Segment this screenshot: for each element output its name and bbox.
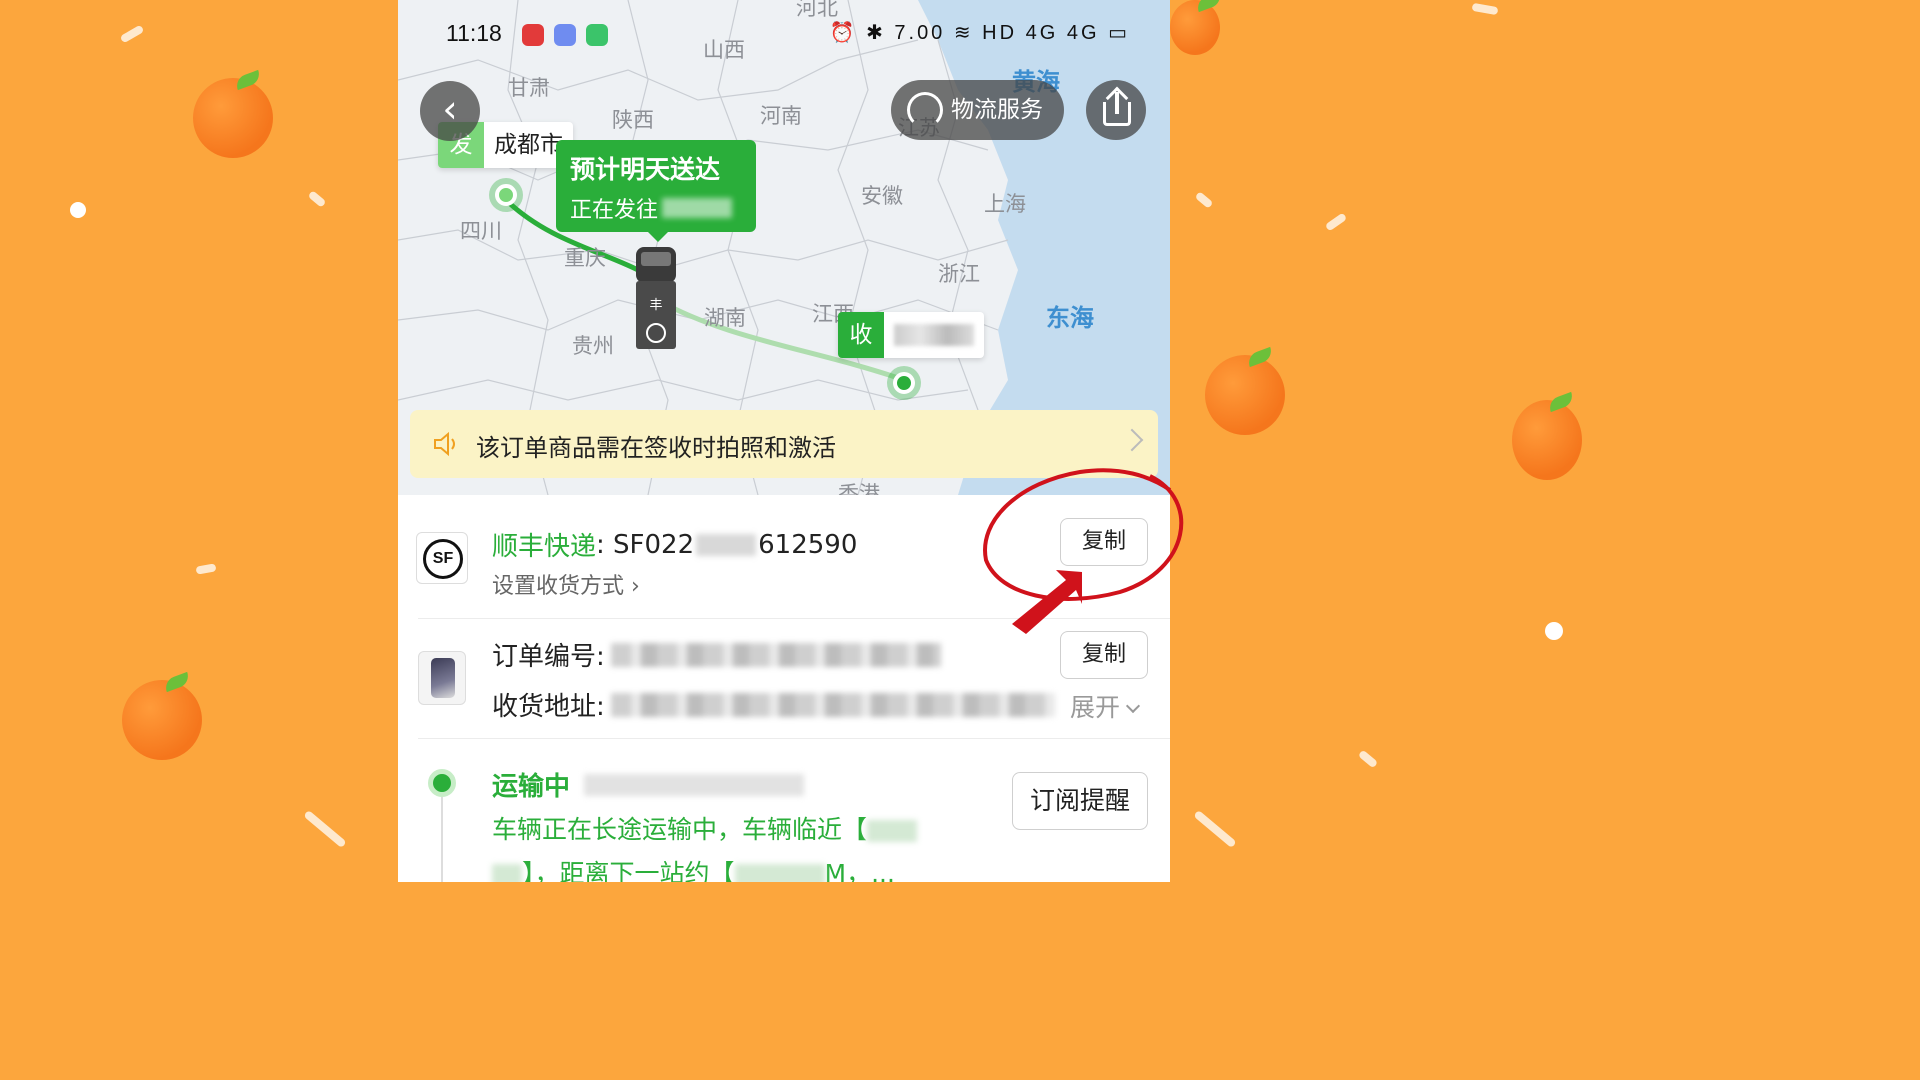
decor-stroke — [1194, 191, 1214, 209]
divider — [418, 738, 1170, 739]
tracking-number-prefix: : SF022 — [596, 529, 695, 560]
destination-badge: 收 — [838, 312, 884, 358]
back-button[interactable]: ‹ — [420, 81, 480, 141]
decor-stroke — [1324, 212, 1348, 232]
sea-label: 东海 — [1046, 304, 1094, 332]
eta-subtitle: 正在发往 — [570, 192, 742, 224]
expand-label: 展开 — [1070, 693, 1121, 722]
transit-status: 运输中 — [492, 766, 805, 803]
map-province-label: 河南 — [760, 104, 802, 128]
redacted-text — [867, 820, 918, 842]
sf-express-logo: SF — [416, 532, 468, 584]
orange-decoration — [1170, 0, 1220, 55]
decor-stroke — [1193, 809, 1237, 849]
status-time: 11:18 — [446, 20, 502, 46]
transit-desc-part: 】，距离下一站约【 — [522, 859, 735, 882]
decor-stroke — [1471, 2, 1499, 16]
redacted-text — [662, 198, 733, 218]
map-province-label: 陕西 — [612, 108, 654, 132]
notice-banner[interactable]: 该订单商品需在签收时拍照和激活 — [410, 410, 1158, 478]
redacted-text — [610, 642, 941, 667]
redacted-text — [610, 692, 1055, 717]
redacted-text — [584, 773, 805, 796]
route-map[interactable]: 河北 山西 甘肃 陕西 河南 江苏 安徽 上海 四川 重庆 湖南 江西 浙江 贵… — [398, 0, 1170, 495]
svg-text:丰: 丰 — [649, 298, 662, 313]
map-province-label: 贵州 — [572, 334, 614, 358]
map-province-label: 四川 — [460, 219, 502, 243]
address-label: 收货地址: — [492, 692, 605, 722]
redacted-text — [734, 864, 825, 882]
app-notification-icon — [522, 24, 544, 46]
eta-title: 预计明天送达 — [570, 155, 721, 184]
decor-stroke — [1357, 749, 1379, 769]
decor-dot — [1545, 622, 1563, 640]
truck-icon: 丰 — [636, 247, 676, 349]
origin-pin — [495, 184, 517, 206]
eta-sub-text: 正在发往 — [570, 198, 659, 223]
address-field: 收货地址: — [492, 686, 1055, 723]
map-province-label: 浙江 — [938, 262, 980, 286]
divider — [418, 618, 1170, 619]
service-label: 物流服务 — [951, 97, 1043, 123]
map-province-label: 重庆 — [564, 246, 606, 270]
transit-status-label: 运输中 — [492, 772, 571, 802]
sf-logo-text: SF — [423, 539, 463, 579]
logistics-service-button[interactable]: 物流服务 — [891, 80, 1064, 140]
speaker-icon — [434, 431, 455, 457]
chevron-right-icon — [1120, 428, 1144, 452]
order-number-label: 订单编号: — [492, 642, 605, 672]
destination-pin — [893, 372, 915, 394]
headset-icon — [907, 92, 943, 128]
set-receive-method-link[interactable]: 设置收货方式 › — [492, 568, 640, 600]
redacted-text — [894, 324, 974, 346]
courier-tracking-line: 顺丰快递 : SF022 612590 — [492, 526, 857, 563]
chevron-down-icon — [1125, 698, 1141, 714]
map-province-label: 香港 — [838, 482, 880, 495]
decor-stroke — [303, 809, 347, 849]
map-province-label: 上海 — [984, 192, 1026, 216]
redacted-text — [696, 533, 757, 556]
eta-bubble: 预计明天送达 正在发往 — [556, 140, 756, 242]
redacted-text — [492, 864, 522, 882]
status-bar: 11:18 ⏰ ✱ 7.00 ≋ HD 4G 4G ▭ — [398, 14, 1170, 54]
transit-desc-part: M，... — [824, 859, 895, 882]
share-button[interactable] — [1086, 80, 1146, 140]
transit-description: 车辆正在长途运输中，车辆临近【 】，距离下一站约【 M，... — [492, 808, 982, 882]
tracking-timeline — [441, 797, 443, 882]
map-province-label: 湖南 — [704, 306, 746, 330]
phone-screen: 河北 山西 甘肃 陕西 河南 江苏 安徽 上海 四川 重庆 湖南 江西 浙江 贵… — [398, 0, 1170, 882]
order-number-field: 订单编号: — [492, 636, 941, 673]
status-icons: ⏰ ✱ 7.00 ≋ HD 4G 4G ▭ — [829, 22, 1130, 44]
orange-decoration — [1205, 355, 1285, 435]
product-thumbnail[interactable] — [418, 651, 466, 705]
decor-stroke — [195, 563, 217, 575]
decor-stroke — [119, 24, 145, 44]
app-notification-icon — [554, 24, 576, 46]
copy-order-button[interactable]: 复制 — [1060, 631, 1148, 679]
subscribe-reminder-button[interactable]: 订阅提醒 — [1012, 772, 1148, 830]
notice-text: 该订单商品需在签收时拍照和激活 — [476, 434, 836, 462]
tracking-status-dot — [428, 769, 456, 797]
copy-tracking-button[interactable]: 复制 — [1060, 518, 1148, 566]
destination-tag: 收 — [838, 312, 984, 358]
app-notification-icon — [586, 24, 608, 46]
decor-stroke — [307, 190, 327, 208]
orange-decoration — [193, 78, 273, 158]
orange-decoration — [1512, 400, 1582, 480]
orange-decoration — [122, 680, 202, 760]
decor-dot — [70, 202, 86, 218]
map-province-label: 甘肃 — [508, 76, 550, 100]
courier-name: 顺丰快递 — [492, 532, 597, 562]
expand-address-button[interactable]: 展开 — [1070, 688, 1141, 724]
transit-desc-part: 车辆正在长途运输中，车辆临近【 — [492, 815, 868, 844]
tracking-number-suffix: 612590 — [758, 529, 858, 560]
map-province-label: 安徽 — [861, 184, 903, 208]
